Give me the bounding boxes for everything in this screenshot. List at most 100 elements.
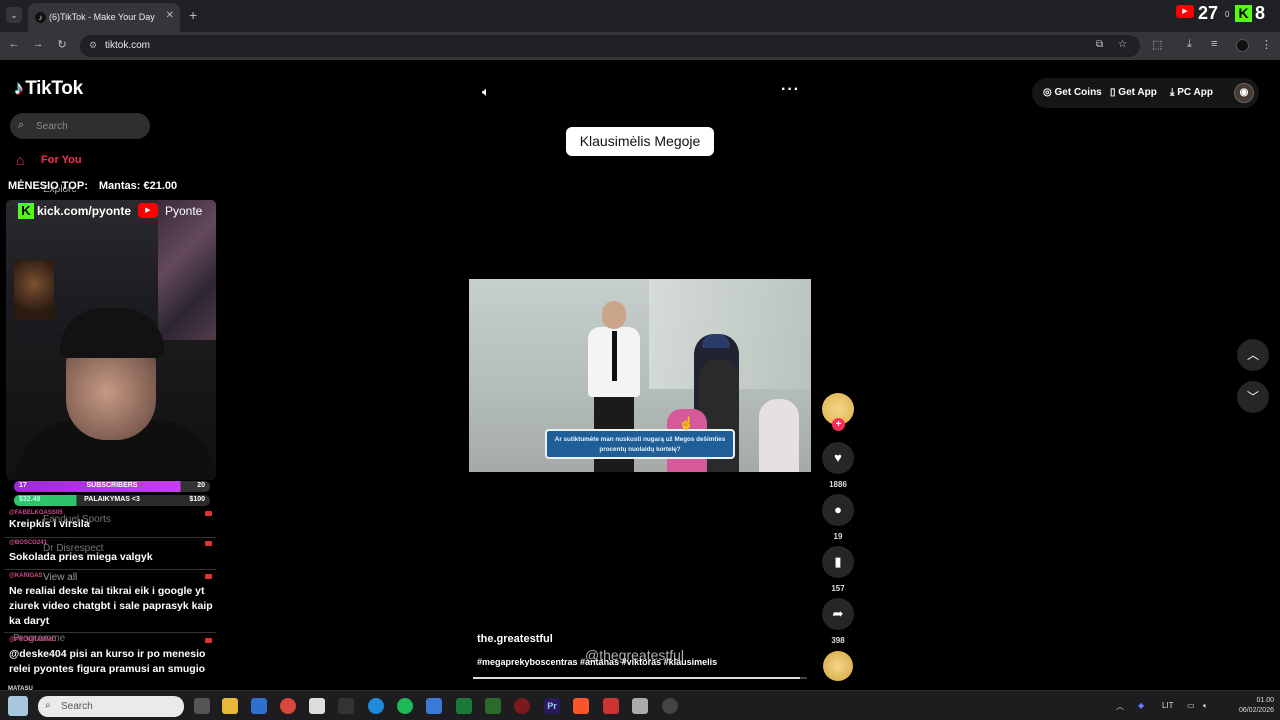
video-caption-box: Ar sutiktumėte man nuskusti nugarą už Me… — [545, 429, 735, 459]
volume-icon[interactable]: 🔈︎ — [482, 84, 490, 100]
share-button[interactable]: ➦ — [822, 598, 854, 630]
pc-app-button[interactable]: ⤓ PC App — [1170, 87, 1213, 98]
like-button[interactable]: ♥ — [822, 442, 854, 474]
browser-tab-tiktok[interactable]: ♪ (6)TikTok - Make Your Day ✕ — [28, 3, 180, 32]
back-arrow-icon[interactable]: ← — [7, 38, 21, 50]
edge-icon[interactable] — [368, 698, 384, 714]
search-icon: ⌕ — [45, 700, 51, 711]
app-icon-1[interactable] — [309, 698, 325, 714]
reload-icon[interactable]: ↻ — [55, 38, 69, 51]
site-info-icon[interactable]: ⚙ — [89, 40, 97, 51]
chrome-icon[interactable] — [280, 698, 296, 714]
search-input[interactable] — [36, 117, 144, 135]
get-coins-button[interactable]: ◎ Get Coins — [1043, 87, 1102, 98]
spotify-icon[interactable] — [397, 698, 413, 714]
brave-icon[interactable] — [573, 698, 589, 714]
video-person-girl — [759, 399, 799, 472]
follow-plus-icon[interactable]: + — [832, 418, 845, 431]
app-icon-7[interactable] — [632, 698, 648, 714]
browser-tab-strip: ⌄ ♪ (6)TikTok - Make Your Day ✕ + ▶ 27 0… — [0, 0, 1280, 32]
chat-message: @KARIGAS Ne realiai deske tai tikrai eik… — [4, 573, 216, 633]
bookmark-star-icon[interactable]: ☆ — [1118, 39, 1127, 50]
stream-counter-overlay: ▶ 27 0 K 8 — [1176, 2, 1280, 24]
app-icon-3[interactable] — [456, 698, 472, 714]
kebab-menu-icon[interactable]: ⋮ — [1261, 38, 1272, 51]
music-disc-icon[interactable] — [823, 651, 853, 681]
kick-icon: K — [1235, 5, 1252, 22]
previous-video-chevron-up-icon[interactable]: ︿ — [1237, 339, 1269, 371]
app-icon-4[interactable] — [485, 698, 501, 714]
app-icon-2[interactable] — [338, 698, 354, 714]
tiktok-logo[interactable]: ♪ TikTok — [14, 78, 83, 100]
downloads-icon[interactable]: ⤓ — [1187, 38, 1192, 51]
wall-poster — [158, 200, 216, 340]
input-language[interactable]: LIT — [1162, 701, 1174, 710]
obs-icon[interactable] — [662, 698, 678, 714]
donation-label: PALAIKYMAS <3 — [84, 496, 140, 503]
windows-taskbar: MATASU ⌕ Pr ︿ ◆ LIT ▭ 🔈︎ 01.00 06/02/202… — [0, 686, 1280, 720]
next-video-chevron-down-icon[interactable]: ﹀ — [1237, 381, 1269, 413]
bookmark-icon: ▮ — [834, 554, 842, 569]
media-controls-icon[interactable]: ≡ — [1211, 38, 1217, 50]
tiktok-wordmark: TikTok — [25, 78, 83, 99]
top-actions-bar: ◎ Get Coins ▯ Get App ⤓ PC App ◉ — [1032, 78, 1259, 108]
video-player[interactable]: Ar sutiktumėte man nuskusti nugarą už Me… — [469, 279, 811, 472]
kick-url: kick.com/pyonte — [37, 204, 132, 218]
photos-icon[interactable] — [426, 698, 442, 714]
video-progress-fill — [473, 677, 801, 679]
tiktok-note-icon: ♪ — [14, 78, 24, 99]
store-icon[interactable] — [251, 698, 267, 714]
monthly-top-label: MĖNESIO TOP: — [8, 180, 88, 192]
monthly-top-value: Mantas: €21.00 — [98, 180, 178, 192]
man-head — [602, 301, 626, 329]
install-app-icon[interactable]: ⧉ — [1096, 39, 1103, 50]
premiere-icon[interactable]: Pr — [544, 698, 560, 714]
forward-arrow-icon[interactable]: → — [31, 38, 45, 50]
app-icon-6[interactable] — [603, 698, 619, 714]
tiktok-page: ♪TikTok ⌕ ⌂For You Explore Fanduel Sport… — [0, 60, 1280, 690]
system-clock[interactable]: 01.00 06/02/2026 — [1222, 696, 1274, 716]
profile-avatar[interactable] — [1236, 39, 1249, 52]
author-avatar[interactable]: + — [822, 393, 854, 431]
search-box: ⌕ — [10, 113, 150, 139]
tab-search-button[interactable]: ⌄ — [6, 7, 22, 23]
user-avatar[interactable]: ◉ — [1234, 83, 1254, 103]
more-options-icon[interactable]: ··· — [781, 81, 800, 99]
phone-icon: ▯ — [1110, 87, 1116, 98]
screen: ⌄ ♪ (6)TikTok - Make Your Day ✕ + ▶ 27 0… — [0, 0, 1280, 720]
save-count: 157 — [831, 584, 845, 593]
app-icon-5[interactable] — [514, 698, 530, 714]
file-explorer-icon[interactable] — [222, 698, 238, 714]
tray-chevron-up-icon[interactable]: ︿ — [1116, 701, 1124, 712]
comment-count: 19 — [833, 532, 843, 541]
small-count: 0 — [1225, 10, 1230, 19]
youtube-icon: ▶ — [1176, 5, 1194, 18]
monthly-top-donor: MĖNESIO TOP: Mantas: €21.00 — [8, 180, 188, 192]
get-app-button[interactable]: ▯ Get App — [1110, 87, 1157, 98]
widgets-icon[interactable] — [8, 696, 28, 716]
clock-date: 06/02/2026 — [1238, 707, 1274, 714]
pc-app-label: PC App — [1177, 87, 1213, 98]
volume-tray-icon[interactable]: 🔈︎ — [1203, 701, 1208, 711]
chat-username: @KARIGAS — [9, 573, 43, 579]
taskview-icon[interactable] — [194, 698, 210, 714]
donation-goal-bar: $32.49 PALAIKYMAS <3 $100 — [14, 495, 210, 506]
video-hashtags[interactable]: #megaprekyboscentras #antanas #viktoras … — [477, 657, 717, 667]
sidebar-item-for-you[interactable]: ⌂ For You — [16, 152, 82, 170]
get-app-label: Get App — [1118, 87, 1157, 98]
taskbar-search-input[interactable] — [61, 699, 171, 714]
close-tab-icon[interactable]: ✕ — [166, 10, 174, 21]
new-tab-button[interactable]: + — [189, 8, 197, 22]
save-button[interactable]: ▮ — [822, 546, 854, 578]
tab-title: (6)TikTok - Make Your Day — [49, 12, 155, 22]
address-bar[interactable]: ⚙ tiktok.com ⧉ ☆ — [80, 35, 1140, 57]
streamer-headphones — [60, 308, 164, 358]
like-count: 1886 — [829, 480, 847, 489]
video-progress-bar[interactable] — [473, 677, 807, 679]
comment-button[interactable]: ● — [822, 494, 854, 526]
tray-app-icon[interactable]: ◆ — [1138, 701, 1144, 710]
share-arrow-icon: ➦ — [832, 606, 844, 621]
video-author-username[interactable]: the.greatestful — [477, 633, 553, 645]
extensions-icon[interactable]: ⬚ — [1152, 38, 1162, 51]
network-icon[interactable]: ▭ — [1187, 701, 1195, 710]
